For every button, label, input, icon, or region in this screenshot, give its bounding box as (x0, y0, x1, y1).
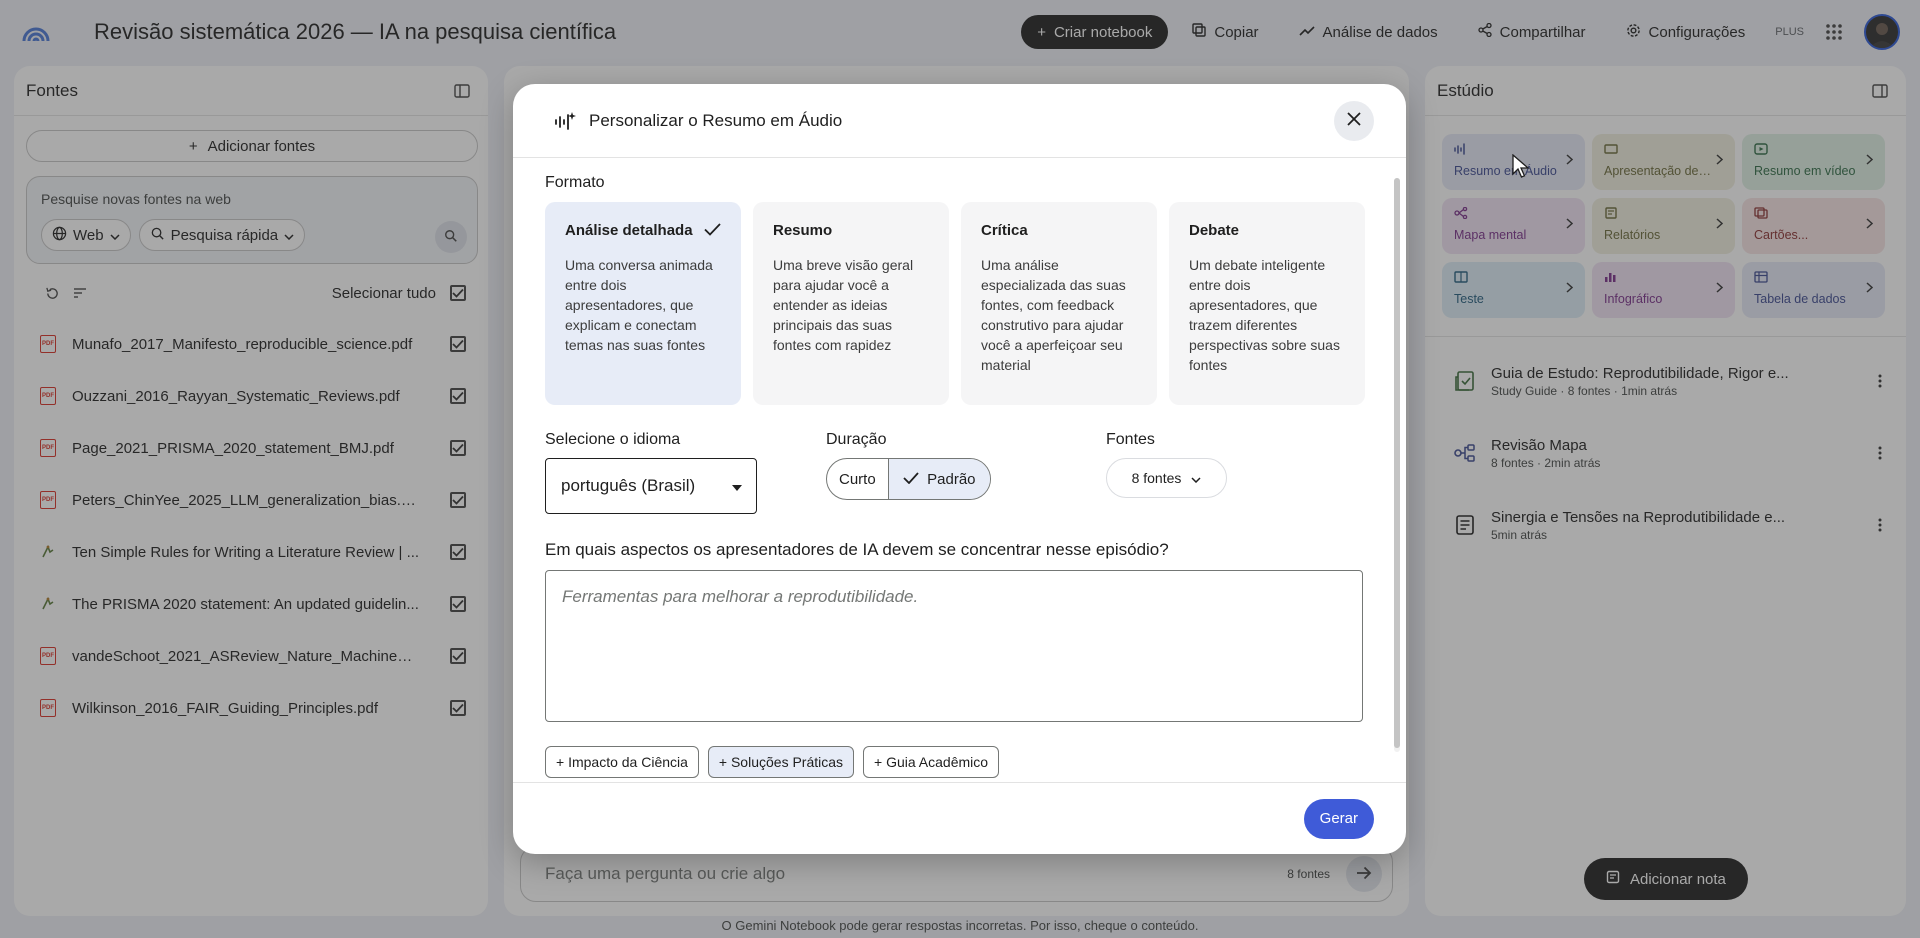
audio-waveform-icon (551, 107, 579, 135)
suggestion-chip[interactable]: + Soluções Práticas (707, 746, 855, 778)
format-option-card[interactable]: Análise detalhada Uma conversa animada en… (545, 202, 741, 405)
sources-dropdown-value: 8 fontes (1131, 470, 1182, 486)
duration-short-option[interactable]: Curto (827, 459, 888, 499)
dialog-body: Formato Análise detalhada Uma conversa an… (513, 158, 1406, 782)
format-option-description: Uma conversa animada entre dois apresent… (565, 257, 713, 353)
duration-label: Duração (826, 431, 887, 448)
suggestion-chip[interactable]: + Impacto da Ciência (545, 746, 699, 778)
mouse-pointer-icon (1512, 153, 1530, 183)
chevron-down-icon (1191, 470, 1201, 486)
format-option-title: Crítica (981, 222, 1028, 239)
language-label: Selecione o idioma (545, 431, 681, 448)
close-dialog-button[interactable] (1334, 100, 1374, 141)
duration-default-option[interactable]: Padrão (887, 459, 990, 499)
dialog-scroll-thumb[interactable] (1394, 178, 1400, 748)
format-option-description: Um debate inteligente entre dois apresen… (1189, 257, 1340, 373)
check-icon (903, 471, 919, 488)
format-option-description: Uma análise especializada das suas fonte… (981, 257, 1126, 373)
language-select[interactable]: português (Brasil) (545, 458, 757, 514)
format-option-title: Debate (1189, 222, 1240, 239)
language-value: português (Brasil) (561, 476, 696, 495)
format-option-card[interactable]: Debate Um debate inteligente entre dois a… (1169, 202, 1365, 405)
close-icon (1347, 112, 1361, 129)
format-option-title: Resumo (773, 222, 833, 239)
dropdown-arrow-icon (732, 478, 742, 494)
format-options: Análise detalhada Uma conversa animada en… (545, 202, 1374, 405)
suggestion-chip[interactable]: + Guia Acadêmico (863, 746, 1000, 778)
focus-prompt-label: Em quais aspectos os apresentadores de I… (545, 540, 1169, 559)
suggestion-chips: + Impacto da Ciência + Soluções Práticas +… (545, 746, 1374, 778)
sources-select-label: Fontes (1106, 431, 1155, 448)
duration-toggle: Curto Padrão (826, 458, 991, 500)
format-option-card[interactable]: Crítica Uma análise especializada das sua… (961, 202, 1157, 405)
format-label: Formato (545, 174, 605, 191)
format-option-card[interactable]: Resumo Uma breve visão geral para ajudar … (753, 202, 949, 405)
check-icon (704, 222, 721, 239)
focus-textarea[interactable]: Ferramentas para melhorar a reprodutibil… (545, 570, 1363, 722)
format-option-title: Análise detalhada (565, 222, 693, 239)
duration-default-label: Padrão (927, 470, 976, 488)
generate-button[interactable]: Gerar (1303, 798, 1374, 839)
focus-placeholder: Ferramentas para melhorar a reprodutibil… (562, 587, 919, 606)
audio-overview-dialog: Personalizar o Resumo em Áudio Formato A… (513, 84, 1406, 854)
dialog-header: Personalizar o Resumo em Áudio (513, 84, 1406, 158)
dialog-footer: Gerar (513, 782, 1406, 854)
sources-dropdown[interactable]: 8 fontes (1106, 458, 1227, 498)
dialog-title: Personalizar o Resumo em Áudio (589, 110, 843, 130)
format-option-description: Uma breve visão geral para ajudar você a… (773, 257, 914, 353)
